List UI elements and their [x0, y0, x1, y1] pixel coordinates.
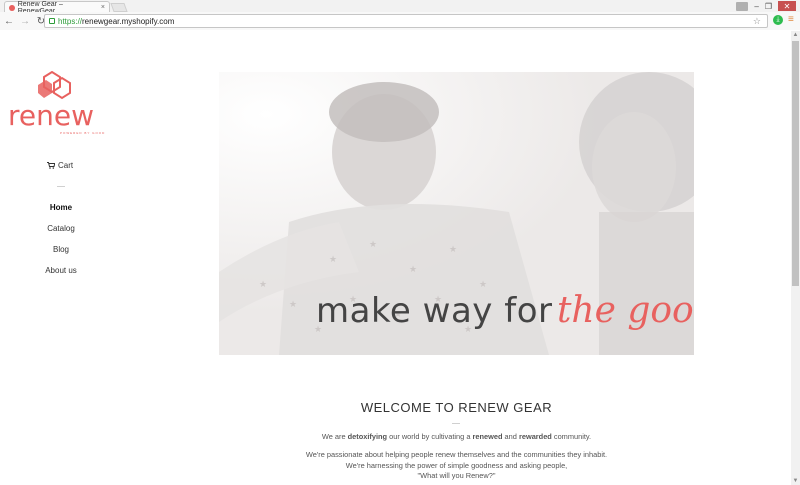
address-bar[interactable]: https:// renewgear.myshopify.com ☆ [44, 14, 768, 28]
scroll-up-arrow-icon[interactable]: ▲ [792, 32, 799, 38]
intro-renewed: renewed [472, 432, 503, 441]
cart-label: Cart [58, 161, 74, 170]
logo-tagline: POWERED BY GOOD [60, 131, 106, 135]
new-tab-button[interactable] [110, 3, 128, 12]
url-scheme: https:// [58, 16, 83, 26]
favicon-icon [9, 4, 15, 11]
forward-button[interactable]: → [18, 14, 32, 28]
welcome-body: We're passionate about helping people re… [219, 450, 694, 482]
svg-text:★: ★ [369, 239, 377, 249]
cart-link[interactable]: Cart [47, 161, 73, 170]
welcome-line-3: "What will you Renew?" [417, 471, 496, 480]
hero-headline: make way for the good. [316, 290, 694, 331]
hero-headline-plain: make way for [316, 291, 553, 331]
extension-icon[interactable]: ⤓ [773, 15, 783, 25]
intro-suffix: community. [551, 432, 592, 441]
intro-detoxifying: detoxifying [347, 432, 388, 441]
nav-item-catalog[interactable]: Catalog [30, 224, 92, 245]
welcome-heading: WELCOME TO RENEW GEAR [360, 400, 553, 415]
tab-close-icon[interactable]: × [101, 4, 105, 11]
intro-mid: our world by cultivating a [387, 432, 473, 441]
logo-wordmark: renew [8, 99, 94, 132]
url-host: renewgear.myshopify.com [82, 16, 175, 26]
welcome-divider [452, 423, 460, 424]
window-controls: – ❐ ✕ [736, 0, 796, 12]
intro-and: and [502, 432, 519, 441]
sidebar-nav: Home Catalog Blog About us [30, 203, 92, 287]
tab-strip: Renew Gear – RenewGear × – ❐ ✕ [0, 0, 800, 15]
svg-text:★: ★ [259, 279, 267, 289]
back-button[interactable]: ← [2, 14, 16, 28]
nav-item-home[interactable]: Home [30, 203, 92, 224]
bookmark-star-icon[interactable]: ☆ [753, 16, 761, 27]
lock-icon [49, 18, 55, 24]
sidebar-divider [57, 186, 65, 187]
intro-prefix: We are [321, 432, 348, 441]
scrollbar-thumb[interactable] [792, 41, 799, 286]
minimize-button[interactable]: – [754, 2, 758, 11]
hero-headline-script: the good. [556, 290, 694, 331]
web-page: renew POWERED BY GOOD Cart Home Catalog … [0, 31, 791, 485]
nav-item-blog[interactable]: Blog [30, 245, 92, 266]
browser-menu-icon[interactable]: ≡ [788, 15, 794, 25]
page-scrollbar[interactable]: ▲ ▼ [791, 31, 800, 485]
scroll-down-arrow-icon[interactable]: ▼ [792, 478, 799, 484]
browser-toolbar: ← → ↻ https:// renewgear.myshopify.com ☆… [0, 12, 800, 30]
welcome-line-1: We're passionate about helping people re… [305, 450, 608, 459]
svg-text:★: ★ [409, 264, 417, 274]
browser-chrome: Renew Gear – RenewGear × – ❐ ✕ ← → ↻ htt… [0, 0, 800, 30]
svg-text:★: ★ [329, 254, 337, 264]
cart-icon [47, 162, 55, 169]
svg-text:★: ★ [289, 299, 297, 309]
site-logo[interactable]: renew POWERED BY GOOD [8, 71, 112, 135]
close-window-button[interactable]: ✕ [778, 1, 796, 11]
profile-icon[interactable] [736, 1, 749, 11]
svg-text:★: ★ [479, 279, 487, 289]
restore-button[interactable]: ❐ [765, 2, 772, 11]
svg-text:★: ★ [449, 244, 457, 254]
nav-item-about-us[interactable]: About us [30, 266, 92, 287]
welcome-intro: We are detoxifying our world by cultivat… [219, 432, 694, 441]
intro-rewarded: rewarded [518, 432, 552, 441]
hero-banner: ★ ★ ★ ★ ★ ★ ★ ★ ★ ★ ★ ★ make way for the… [219, 72, 694, 355]
welcome-line-2: We're harnessing the power of simple goo… [345, 460, 568, 470]
